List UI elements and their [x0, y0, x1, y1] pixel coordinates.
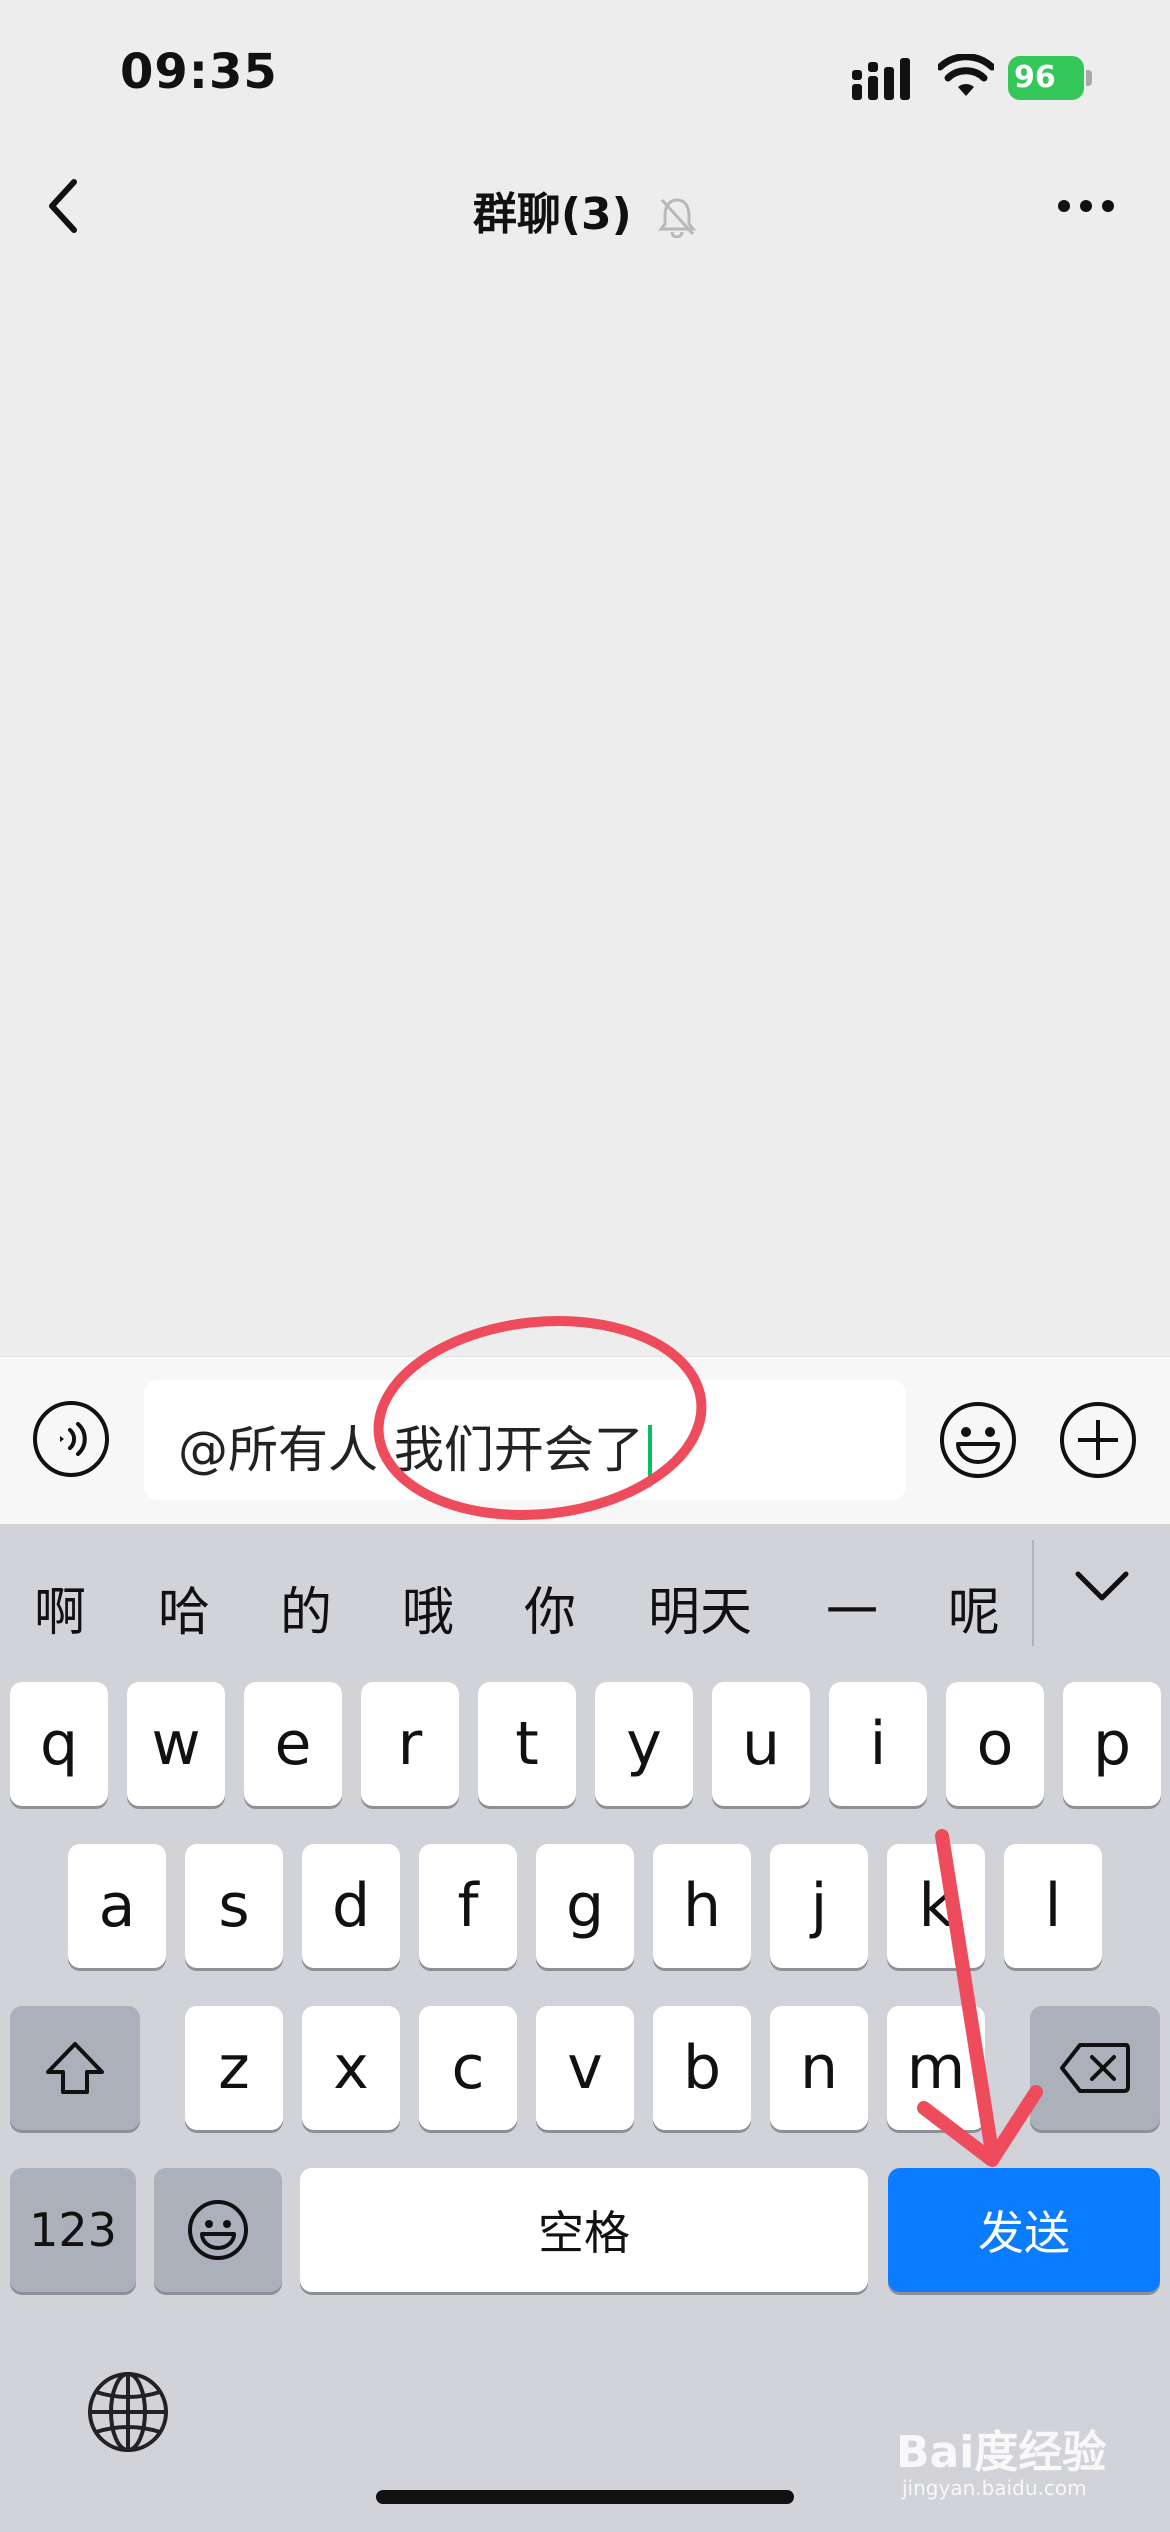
- home-indicator: [376, 2490, 794, 2504]
- candidate-word[interactable]: 啊: [34, 1570, 86, 1645]
- key-c[interactable]: c: [419, 2006, 517, 2130]
- key-o[interactable]: o: [946, 1682, 1044, 1806]
- status-time: 09:35: [120, 44, 278, 100]
- key-d[interactable]: d: [302, 1844, 400, 1968]
- text-caret: [647, 1424, 652, 1483]
- candidate-word[interactable]: 一: [826, 1570, 878, 1645]
- chat-title-text: 群聊(3): [472, 189, 632, 240]
- send-button[interactable]: 发送: [888, 2168, 1160, 2292]
- candidate-word[interactable]: 你: [524, 1570, 576, 1645]
- more-options-button[interactable]: [1056, 198, 1116, 214]
- emoji-key[interactable]: [154, 2168, 282, 2292]
- watermark-logo: Bai度经验: [896, 2427, 1107, 2478]
- battery-percent: 96: [1014, 60, 1056, 95]
- backspace-icon: [1060, 2043, 1130, 2093]
- chat-title: 群聊(3): [0, 178, 1170, 242]
- key-v[interactable]: v: [536, 2006, 634, 2130]
- muted-bell-icon: [657, 198, 697, 238]
- key-m[interactable]: m: [887, 2006, 985, 2130]
- key-z[interactable]: z: [185, 2006, 283, 2130]
- backspace-key[interactable]: [1030, 2006, 1160, 2130]
- watermark-url: jingyan.baidu.com: [902, 2476, 1087, 2500]
- key-b[interactable]: b: [653, 2006, 751, 2130]
- key-l[interactable]: l: [1004, 1844, 1102, 1968]
- candidate-word[interactable]: 明天: [648, 1570, 752, 1645]
- shift-key[interactable]: [10, 2006, 140, 2130]
- key-a[interactable]: a: [68, 1844, 166, 1968]
- key-y[interactable]: y: [595, 1682, 693, 1806]
- key-x[interactable]: x: [302, 2006, 400, 2130]
- voice-input-button[interactable]: [32, 1400, 110, 1478]
- key-w[interactable]: w: [127, 1682, 225, 1806]
- key-j[interactable]: j: [770, 1844, 868, 1968]
- battery-icon: 96: [1008, 56, 1094, 100]
- emoji-button[interactable]: [938, 1400, 1018, 1480]
- key-q[interactable]: q: [10, 1682, 108, 1806]
- key-r[interactable]: r: [361, 1682, 459, 1806]
- candidate-word[interactable]: 的: [280, 1570, 332, 1645]
- key-p[interactable]: p: [1063, 1682, 1161, 1806]
- message-input-value: @所有人 我们开会了: [178, 1421, 644, 1479]
- key-h[interactable]: h: [653, 1844, 751, 1968]
- wifi-icon: [938, 54, 994, 96]
- key-i[interactable]: i: [829, 1682, 927, 1806]
- key-e[interactable]: e: [244, 1682, 342, 1806]
- key-g[interactable]: g: [536, 1844, 634, 1968]
- shift-icon: [46, 2042, 104, 2094]
- space-key[interactable]: 空格: [300, 2168, 868, 2292]
- key-t[interactable]: t: [478, 1682, 576, 1806]
- key-u[interactable]: u: [712, 1682, 810, 1806]
- add-attachment-button[interactable]: [1058, 1400, 1138, 1480]
- candidate-divider: [1032, 1540, 1034, 1646]
- key-n[interactable]: n: [770, 2006, 868, 2130]
- key-f[interactable]: f: [419, 1844, 517, 1968]
- candidate-word[interactable]: 呢: [948, 1570, 1000, 1645]
- message-input-text[interactable]: @所有人 我们开会了: [178, 1410, 652, 1483]
- candidate-word[interactable]: 哦: [402, 1570, 454, 1645]
- globe-icon[interactable]: [86, 2370, 170, 2454]
- key-k[interactable]: k: [887, 1844, 985, 1968]
- chevron-down-icon[interactable]: [1070, 1566, 1134, 1606]
- key-s[interactable]: s: [185, 1844, 283, 1968]
- numbers-key[interactable]: 123: [10, 2168, 136, 2292]
- message-list[interactable]: [0, 280, 1170, 1356]
- candidate-word[interactable]: 哈: [158, 1570, 210, 1645]
- emoji-icon: [188, 2200, 248, 2260]
- cellular-signal-icon: [852, 58, 910, 100]
